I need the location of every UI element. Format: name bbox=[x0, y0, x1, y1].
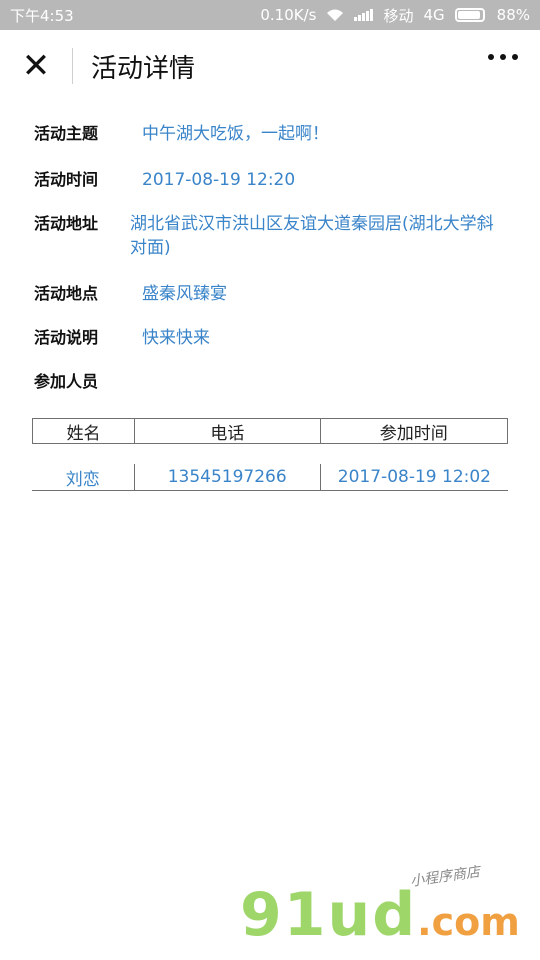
more-options-icon[interactable] bbox=[488, 54, 518, 60]
detail-row-time: 活动时间 2017-08-19 12:20 bbox=[34, 168, 514, 192]
detail-row-place: 活动地点 盛秦风臻宴 bbox=[34, 282, 514, 306]
status-time: 下午4:53 bbox=[10, 6, 74, 25]
detail-value: 快来快来 bbox=[142, 328, 210, 348]
signal-icon bbox=[354, 9, 374, 21]
status-right: 0.10K/s 移动 4G 88% bbox=[260, 5, 530, 26]
detail-value: 盛秦风臻宴 bbox=[142, 284, 227, 304]
battery-level: 88% bbox=[496, 6, 530, 24]
detail-label: 活动时间 bbox=[34, 170, 99, 189]
detail-label: 活动说明 bbox=[34, 328, 99, 347]
detail-row-address: 活动地址 湖北省武汉市洪山区友谊大道秦园居(湖北大学斜对面) bbox=[34, 212, 514, 260]
detail-row-participants: 参加人员 bbox=[34, 370, 514, 394]
participant-name: 刘恋 bbox=[32, 464, 135, 490]
watermark-main: 91ud bbox=[240, 880, 418, 950]
detail-label: 活动地点 bbox=[34, 284, 99, 303]
wifi-icon bbox=[327, 9, 344, 21]
detail-label: 活动主题 bbox=[34, 124, 99, 143]
watermark-logo: 91ud.com 小程序商店 bbox=[240, 864, 520, 950]
nav-divider bbox=[72, 48, 73, 84]
column-header-phone: 电话 bbox=[135, 419, 321, 444]
watermark-tag: 小程序商店 bbox=[409, 864, 481, 890]
detail-label: 活动地址 bbox=[34, 214, 99, 233]
status-bar: 下午4:53 0.10K/s 移动 4G 88% bbox=[0, 0, 540, 30]
detail-value: 湖北省武汉市洪山区友谊大道秦园居(湖北大学斜对面) bbox=[130, 214, 494, 258]
table-header: 姓名 电话 参加时间 bbox=[32, 418, 508, 444]
detail-value: 中午湖大吃饭，一起啊！ bbox=[142, 124, 329, 144]
battery-icon bbox=[454, 8, 485, 22]
participant-join-time: 2017-08-19 12:02 bbox=[337, 467, 491, 487]
table-row: 刘恋 13545197266 2017-08-19 12:02 bbox=[32, 464, 508, 491]
column-header-join-time: 参加时间 bbox=[379, 423, 448, 444]
network-type: 4G bbox=[423, 6, 445, 24]
close-icon[interactable]: ✕ bbox=[0, 30, 72, 102]
carrier-name: 移动 bbox=[383, 6, 414, 25]
detail-label: 参加人员 bbox=[34, 372, 99, 391]
detail-row-description: 活动说明 快来快来 bbox=[34, 326, 514, 350]
participant-phone[interactable]: 13545197266 bbox=[135, 464, 321, 490]
page-title: 活动详情 bbox=[91, 53, 196, 84]
watermark-dotcom: .com bbox=[417, 900, 520, 944]
network-speed: 0.10K/s bbox=[260, 6, 317, 24]
participants-table: 姓名 电话 参加时间 刘恋 13545197266 2017-08-19 12:… bbox=[32, 418, 508, 491]
column-header-name: 姓名 bbox=[33, 419, 136, 444]
detail-value: 2017-08-19 12:20 bbox=[142, 170, 296, 190]
nav-bar: ✕ 活动详情 bbox=[0, 30, 540, 102]
detail-row-topic: 活动主题 中午湖大吃饭，一起啊！ bbox=[34, 122, 514, 146]
